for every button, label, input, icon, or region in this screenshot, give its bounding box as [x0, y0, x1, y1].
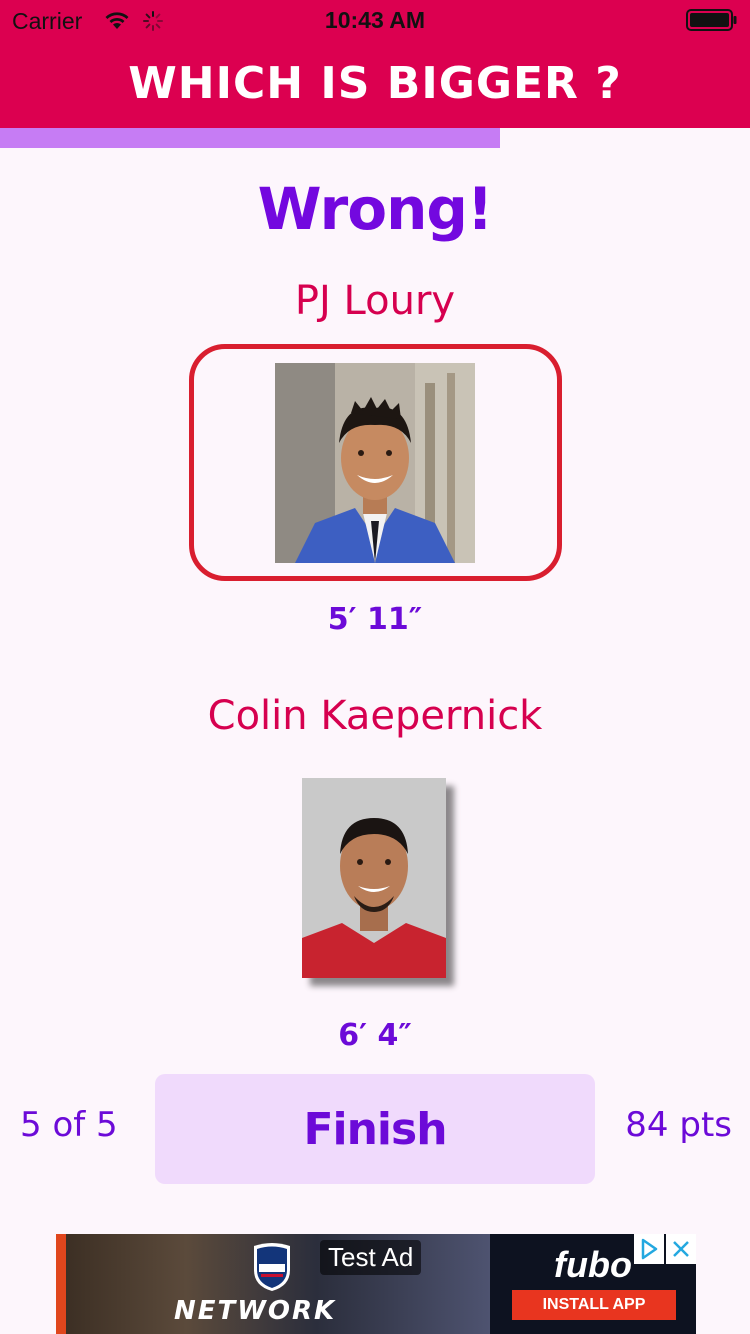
battery-icon: [686, 9, 737, 31]
person-name-1: PJ Loury: [294, 278, 456, 324]
close-icon[interactable]: [666, 1234, 696, 1264]
ad-stripe: [56, 1234, 66, 1334]
person-height-1: 5′ 11″: [327, 602, 423, 637]
status-bar: Carrier 10:43 AM: [0, 0, 750, 40]
points-label: 84 pts: [625, 1105, 732, 1145]
adchoices-icon[interactable]: [634, 1234, 664, 1264]
status-time: 10:43 AM: [324, 7, 426, 33]
person-height-2: 6′ 4″: [338, 1018, 412, 1053]
install-app-button[interactable]: INSTALL APP: [512, 1290, 676, 1320]
person-photo-2[interactable]: [302, 778, 446, 978]
question-counter: 5 of 5: [20, 1105, 118, 1145]
fubo-logo: fubo: [554, 1244, 632, 1285]
nfl-shield-icon: [254, 1243, 290, 1291]
person-photo-2-image: [302, 778, 446, 978]
progress-fill: [0, 128, 501, 148]
progress-bar: [0, 128, 750, 148]
ad-network-text: NETWORK: [174, 1296, 337, 1326]
finish-button[interactable]: Finish: [155, 1074, 595, 1184]
person-photo-1-image: [275, 363, 475, 563]
ad-image[interactable]: NETWORK Test Ad: [56, 1234, 490, 1334]
person-photo-1[interactable]: [275, 363, 475, 563]
result-text: Wrong!: [257, 175, 494, 243]
ad-banner[interactable]: NETWORK Test Ad fubo INSTALL APP: [56, 1234, 696, 1334]
test-ad-label: Test Ad: [320, 1240, 422, 1275]
person-name-2: Colin Kaepernick: [207, 693, 543, 739]
app-title: WHICH IS BIGGER ?: [128, 58, 622, 109]
app-header: Carrier 10:43 AM WHICH IS BIGGER ?: [0, 0, 750, 128]
